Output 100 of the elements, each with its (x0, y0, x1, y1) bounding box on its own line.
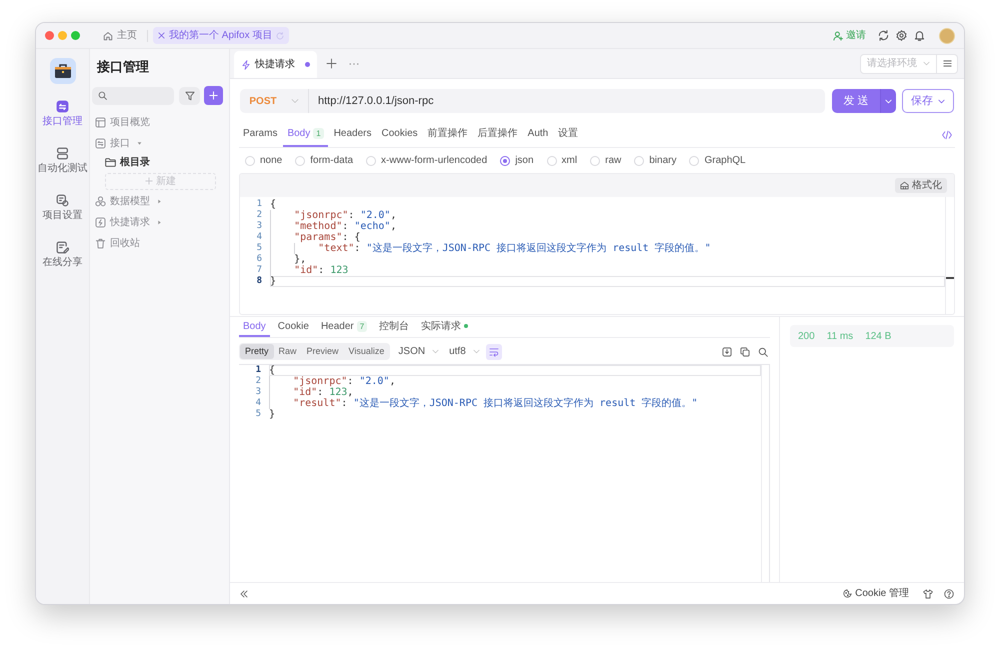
radio-option[interactable]: binary (634, 153, 676, 168)
circles-cluster-icon (95, 196, 106, 207)
tab[interactable]: Header 7 (316, 317, 372, 337)
chevron-down-icon (923, 60, 930, 67)
plus-icon (145, 177, 153, 185)
radio-option[interactable]: form-data (295, 153, 354, 168)
code-editor[interactable]: 格式化 1 { 2 "jsonrpc": "2.0", 3 "method": "echo", 4 "params": { 5 "text": "这是一段文字，JSON-RPC 接口将返回这段文字作为 result 字段的值。" 6 }, 7 "id": 123 8 } (239, 173, 955, 315)
tab[interactable]: Headers (330, 122, 376, 147)
chevron-down-icon (432, 348, 440, 355)
tab[interactable]: Cookies (378, 122, 422, 147)
code-line: { (270, 199, 278, 210)
chevron-down-icon (885, 98, 892, 104)
radio-option[interactable]: xml (546, 153, 578, 168)
chevron-down-icon (938, 98, 945, 104)
radio-icon[interactable] (500, 156, 510, 166)
help-icon[interactable] (944, 588, 954, 598)
tab[interactable]: 设置 (554, 122, 582, 147)
code-line: { (269, 365, 761, 376)
nav-item[interactable]: 接口管理 (42, 100, 82, 128)
menu-icon (942, 59, 952, 68)
home-tab[interactable]: 主页 (98, 27, 142, 44)
wrap-button[interactable] (486, 344, 502, 360)
code-line: } (269, 409, 276, 420)
radio-option[interactable]: json (500, 153, 534, 168)
radio-option[interactable]: raw (590, 153, 622, 168)
cookie-manager-button[interactable]: Cookie 管理 (843, 586, 909, 601)
tab[interactable]: 前置操作 (424, 122, 472, 147)
zoom-window-icon[interactable] (71, 31, 80, 40)
url-field[interactable]: http://127.0.0.1/json-rpc (308, 89, 825, 113)
sync-icon[interactable] (878, 30, 889, 41)
save-button[interactable]: 保存 (902, 89, 954, 113)
code-line: "id": 123 (270, 265, 945, 276)
nav-item[interactable]: 自动化测试 (38, 147, 88, 175)
layout-icon (95, 117, 106, 128)
response-size: 124 B (865, 330, 892, 344)
plus-icon[interactable] (326, 58, 337, 69)
tree-item[interactable]: 根目录 (92, 154, 223, 171)
plus-icon (209, 91, 218, 100)
tab[interactable]: 后置操作 (474, 122, 522, 147)
radio-option[interactable]: x-www-form-urlencoded (366, 153, 488, 168)
format-select[interactable]: JSON (398, 344, 440, 359)
download-icon[interactable] (722, 346, 732, 356)
filter-button[interactable] (179, 86, 200, 104)
house-icon (900, 181, 909, 190)
tab[interactable]: Body 1 (283, 122, 328, 147)
folder-icon (105, 157, 116, 168)
close-window-icon[interactable] (45, 31, 54, 40)
send-options-button[interactable] (880, 89, 896, 113)
line-number: 7 (256, 265, 262, 276)
radio-option[interactable]: GraphQL (689, 153, 746, 168)
code-icon[interactable] (942, 130, 952, 140)
search-icon (98, 91, 107, 100)
nav-item[interactable]: 项目设置 (42, 194, 82, 222)
project-tab[interactable]: 我的第一个 Apifox 项目 (153, 27, 290, 44)
search-field[interactable] (92, 86, 174, 104)
cookie-icon (843, 589, 852, 598)
briefcase-app-icon[interactable] (50, 58, 76, 84)
count-badge: 7 (356, 320, 368, 332)
code-line: "params": { (270, 232, 945, 243)
tab[interactable]: Cookie (274, 317, 313, 337)
stacked-bars-icon (56, 147, 69, 160)
tab[interactable]: Auth (524, 122, 552, 147)
search-icon[interactable] (758, 346, 768, 356)
code-line: "text": "这是一段文字，JSON-RPC 接口将返回这段文字作为 result 字段的值。" (270, 243, 945, 254)
collapse-icon[interactable] (240, 590, 248, 598)
radio-option[interactable]: none (245, 153, 282, 168)
tab[interactable]: 控制台 (375, 317, 414, 337)
bell-icon[interactable] (914, 30, 925, 41)
tab[interactable]: Body (239, 317, 270, 337)
status-code: 200 (798, 330, 815, 344)
arrows-box-icon (95, 138, 106, 149)
home-icon (103, 30, 113, 40)
send-button[interactable]: 发 送 (832, 89, 880, 113)
shirt-icon[interactable] (923, 588, 933, 598)
copy-icon[interactable] (740, 346, 750, 356)
lightning-icon (241, 60, 251, 70)
format-button[interactable]: 格式化 (895, 178, 947, 193)
view-mode-tab[interactable]: Pretty (240, 344, 274, 359)
menu-button[interactable] (937, 54, 958, 74)
line-number: 5 (254, 409, 261, 420)
settings-icon[interactable] (896, 30, 907, 41)
nav-item[interactable]: 在线分享 (42, 241, 82, 269)
wrap-lines-icon (488, 346, 499, 356)
code-line: } (270, 276, 945, 287)
tab[interactable]: 实际请求 (417, 317, 472, 337)
view-mode-tab[interactable]: Visualize (344, 344, 390, 359)
code-line: }, (270, 254, 945, 265)
code-line: "jsonrpc": "2.0", (269, 376, 761, 387)
view-mode-tab[interactable]: Raw (274, 344, 302, 359)
close-icon[interactable] (158, 32, 165, 39)
add-button[interactable] (204, 86, 224, 105)
line-number: 4 (254, 398, 261, 409)
request-tab[interactable]: 快捷请求 (234, 51, 317, 78)
view-mode-tab[interactable]: Preview (302, 344, 344, 359)
line-number: 5 (256, 243, 262, 254)
line-number: 4 (256, 232, 262, 243)
encoding-select[interactable]: utf8 (449, 344, 480, 359)
tab[interactable]: Params (239, 122, 282, 147)
lightning-box-icon (95, 217, 106, 228)
panel-title: 接口管理 (96, 58, 150, 75)
